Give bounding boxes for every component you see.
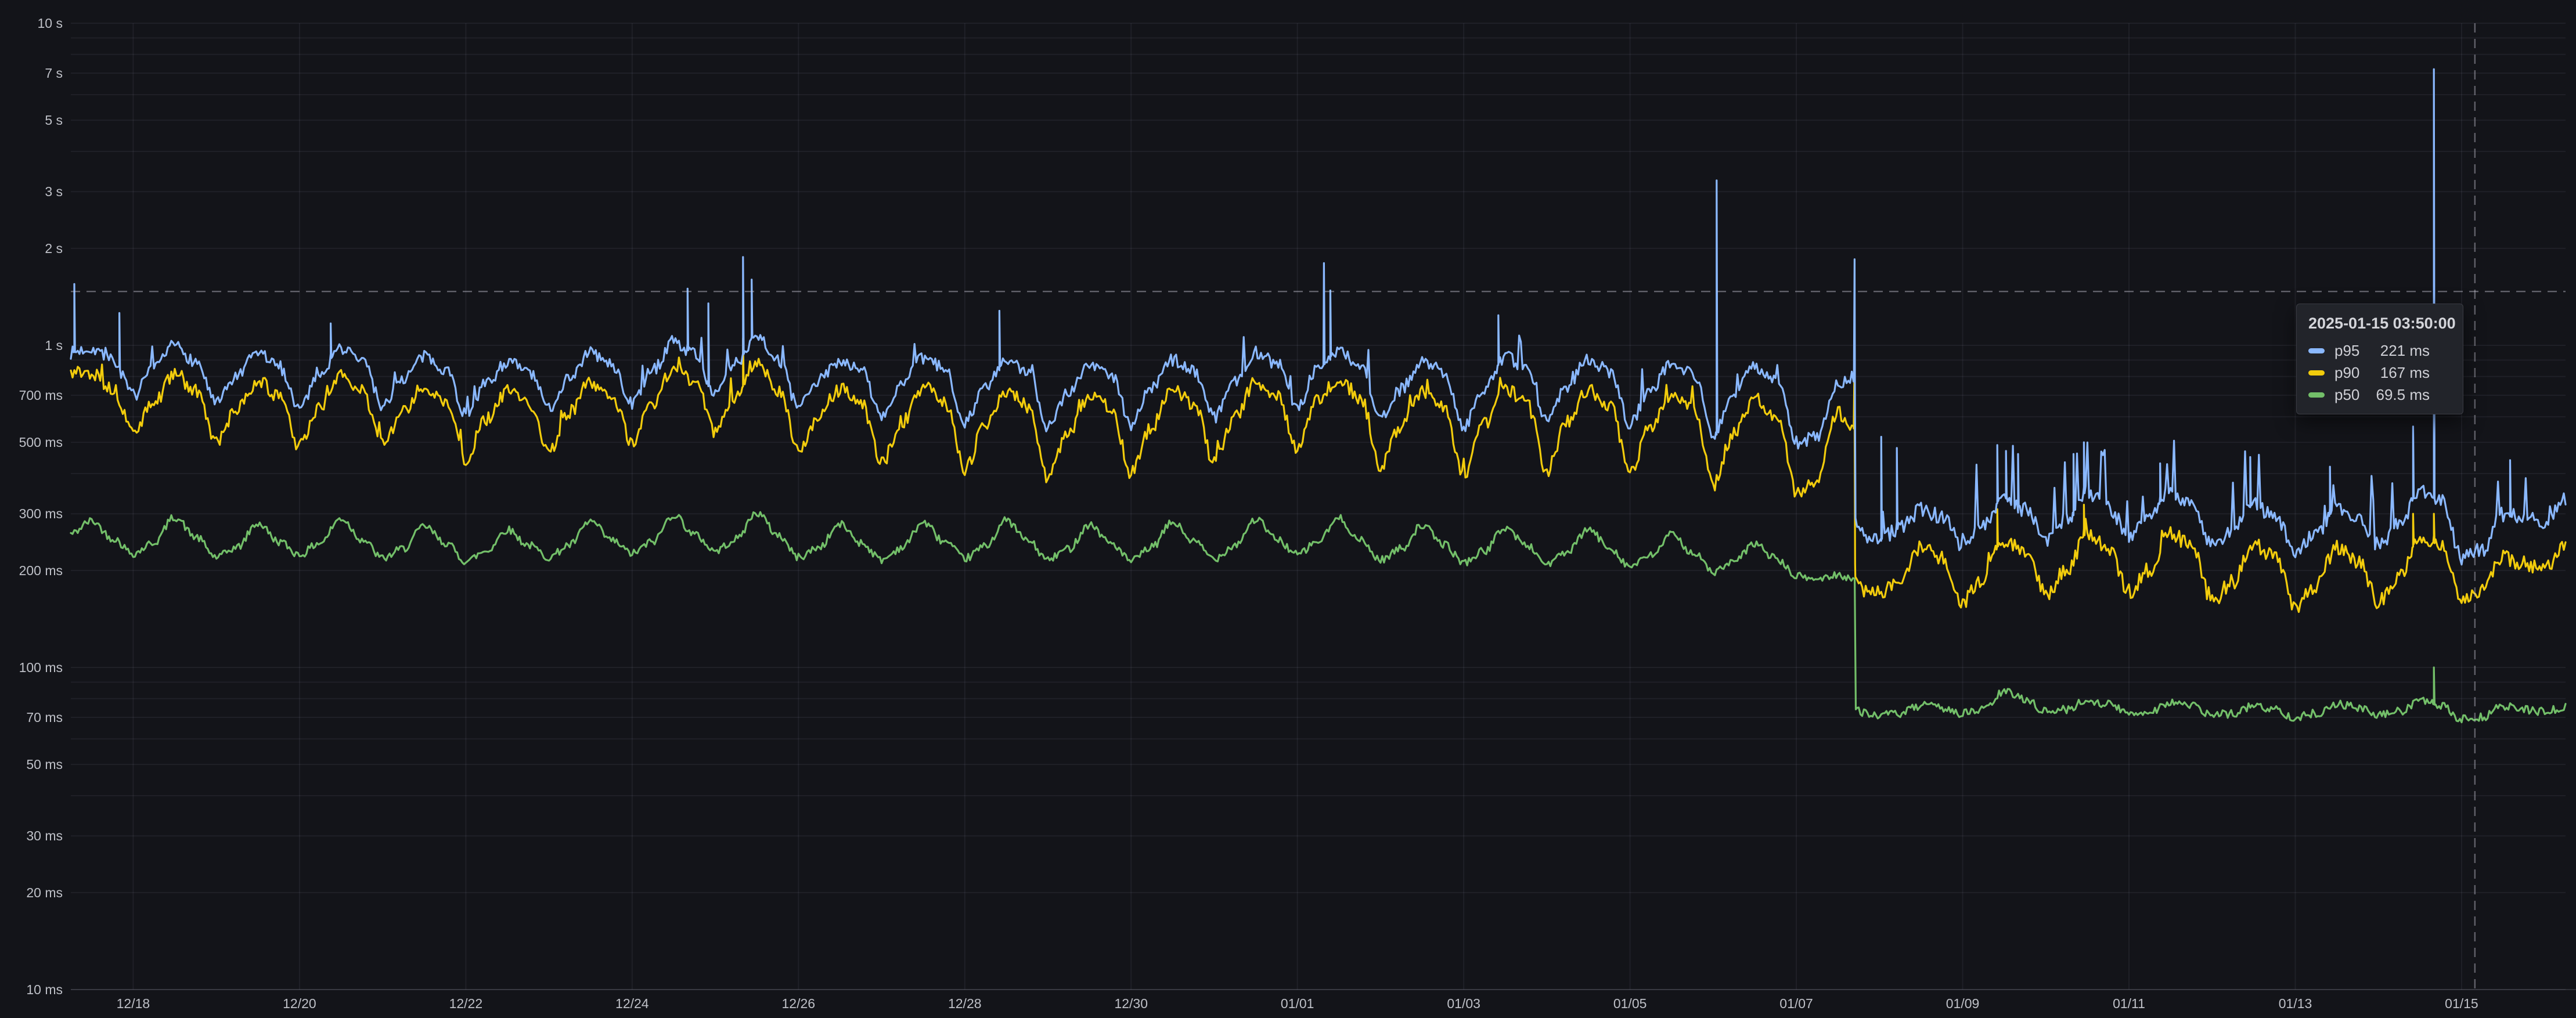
tooltip-series-label: p90 — [2334, 364, 2359, 382]
tooltip-series-value: 69.5 ms — [2376, 386, 2430, 404]
crosshair — [71, 23, 2566, 990]
tooltip-series-row: p95 221 ms — [2308, 340, 2451, 362]
x-axis-tick-label: 01/13 — [2254, 995, 2336, 1012]
x-axis-tick-label: 12/26 — [758, 995, 839, 1012]
x-axis-tick-label: 12/28 — [924, 995, 1006, 1012]
y-axis-tick-label: 2 s — [0, 239, 63, 258]
latency-percentiles-panel: 10 s 7 s 5 s 3 s 2 s 1 s 700 ms 500 ms 300 ms 200… — [0, 0, 2576, 1018]
x-axis-tick-label: 12/22 — [425, 995, 506, 1012]
y-axis-tick-label: 7 s — [0, 64, 63, 82]
tooltip-series-row: p50 69.5 ms — [2308, 384, 2451, 406]
y-axis-tick-label: 30 ms — [0, 826, 63, 845]
y-axis-tick-label: 3 s — [0, 182, 63, 201]
y-axis-tick-label: 70 ms — [0, 708, 63, 727]
y-axis-tick-label: 5 s — [0, 111, 63, 129]
y-axis-tick-label: 20 ms — [0, 883, 63, 902]
y-axis-tick-label: 1 s — [0, 336, 63, 355]
x-axis-tick-label: 01/09 — [1922, 995, 2004, 1012]
y-axis-tick-label: 50 ms — [0, 755, 63, 774]
y-axis-tick-label: 10 ms — [0, 980, 63, 999]
tooltip-timestamp: 2025-01-15 03:50:00 — [2308, 315, 2451, 333]
x-axis-tick-label: 01/01 — [1257, 995, 1338, 1012]
y-axis-tick-label: 100 ms — [0, 658, 63, 677]
p50-color-swatch — [2308, 392, 2325, 398]
series-line-p95 — [71, 69, 2566, 565]
tooltip-series-value: 221 ms — [2380, 342, 2430, 360]
x-axis-tick-label: 12/18 — [92, 995, 174, 1012]
y-axis-tick-label: 10 s — [0, 14, 63, 33]
time-series-chart-surface[interactable] — [0, 0, 2576, 1018]
tooltip: 2025-01-15 03:50:00 p95 221 ms p90 167 m… — [2296, 304, 2463, 414]
x-axis-tick-label: 01/03 — [1423, 995, 1504, 1012]
y-axis-tick-label: 200 ms — [0, 561, 63, 580]
x-axis-tick-label: 01/15 — [2421, 995, 2502, 1012]
p90-color-swatch — [2308, 370, 2325, 376]
y-axis-tick-label: 700 ms — [0, 386, 63, 405]
x-axis-tick-label: 12/24 — [592, 995, 673, 1012]
y-axis-tick-label: 300 ms — [0, 504, 63, 523]
x-axis-tick-label: 01/07 — [1756, 995, 1837, 1012]
x-axis-tick-label: 12/20 — [259, 995, 340, 1012]
x-axis-tick-label: 01/05 — [1590, 995, 1671, 1012]
gridlines — [71, 23, 2576, 990]
tooltip-series-label: p50 — [2334, 386, 2359, 404]
x-axis-tick-label: 01/11 — [2088, 995, 2170, 1012]
tooltip-series-value: 167 ms — [2380, 364, 2430, 382]
x-axis-tick-label: 12/30 — [1090, 995, 1172, 1012]
p95-color-swatch — [2308, 348, 2325, 353]
y-axis-tick-label: 500 ms — [0, 433, 63, 452]
tooltip-series-label: p95 — [2334, 342, 2359, 360]
tooltip-series-row: p90 167 ms — [2308, 362, 2451, 384]
